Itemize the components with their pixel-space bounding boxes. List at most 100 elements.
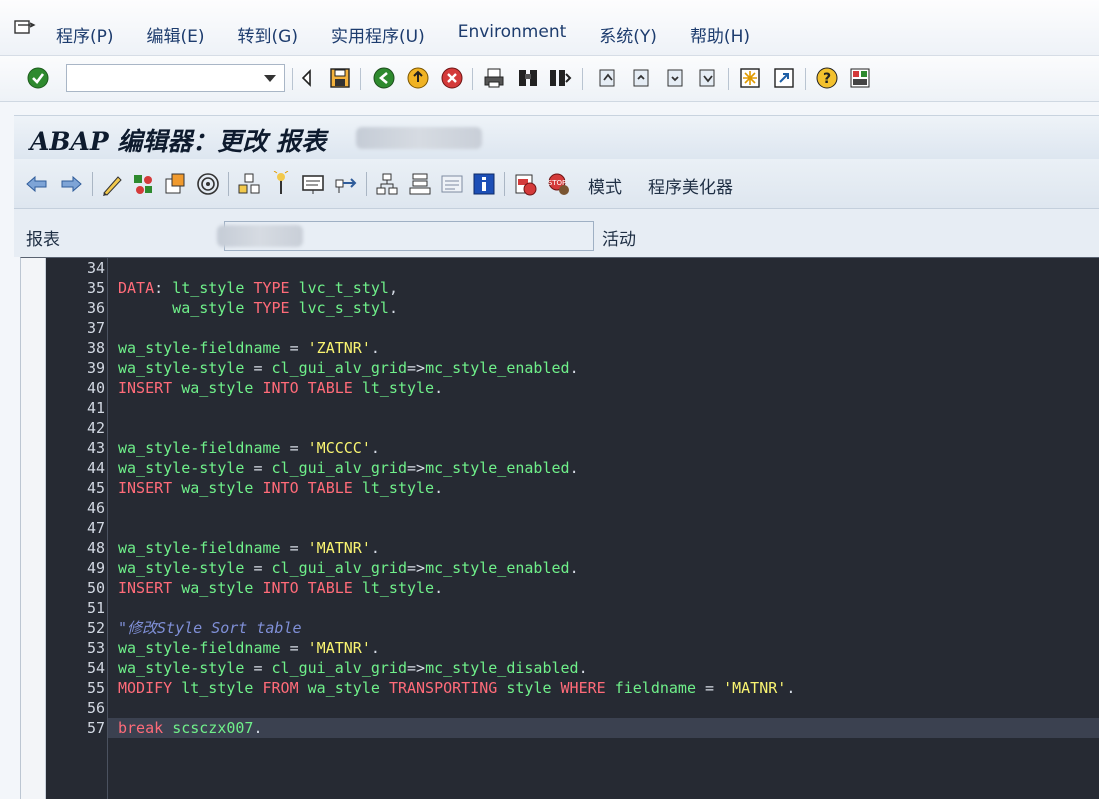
create-session-icon[interactable] xyxy=(738,66,762,90)
exit-icon[interactable] xyxy=(406,66,430,90)
find-icon[interactable] xyxy=(516,66,540,90)
report-name-field[interactable] xyxy=(217,221,594,251)
code-line[interactable]: INSERT wa_style INTO TABLE lt_style. xyxy=(118,378,443,398)
menu-environment[interactable]: Environment xyxy=(458,22,567,47)
line-number: 55 xyxy=(86,679,105,697)
stack-icon[interactable] xyxy=(407,171,433,197)
line-number: 44 xyxy=(86,459,105,477)
line-number: 46 xyxy=(86,499,105,517)
code-token: = xyxy=(253,459,272,477)
code-token: wa_style-style xyxy=(118,359,254,377)
code-token: wa_style xyxy=(307,679,389,697)
code-token: = xyxy=(289,339,308,357)
code-token: wa_style-style xyxy=(118,659,254,677)
where-used-icon[interactable] xyxy=(195,171,221,197)
menu-help[interactable]: 帮助(H) xyxy=(690,22,750,47)
menu-utilities[interactable]: 实用程序(U) xyxy=(331,22,425,47)
breakpoint-icon[interactable] xyxy=(268,171,294,197)
code-line[interactable]: INSERT wa_style INTO TABLE lt_style. xyxy=(118,478,443,498)
forward-blue-arrow-icon[interactable] xyxy=(58,171,84,197)
sap-window: 程序(P) 编辑(E) 转到(G) 实用程序(U) Environment 系统… xyxy=(0,0,1099,799)
enter-checkmark-icon[interactable] xyxy=(26,66,50,90)
editor-margin[interactable] xyxy=(21,258,46,799)
pretty-printer-button[interactable]: 程序美化器 xyxy=(648,173,733,198)
code-token: . xyxy=(370,339,380,357)
code-line[interactable]: wa_style-style = cl_gui_alv_grid=>mc_sty… xyxy=(118,558,579,578)
back-blue-arrow-icon[interactable] xyxy=(24,171,50,197)
first-page-icon[interactable] xyxy=(594,66,618,90)
command-field[interactable] xyxy=(66,64,285,92)
menu-program[interactable]: 程序(P) xyxy=(56,22,114,47)
documentation-icon[interactable] xyxy=(439,171,465,197)
menu-system[interactable]: 系统(Y) xyxy=(599,22,657,47)
line-number: 53 xyxy=(86,639,105,657)
code-token: , xyxy=(388,279,398,297)
customize-layout-icon[interactable] xyxy=(848,66,872,90)
print-icon[interactable] xyxy=(482,66,506,90)
code-token: . xyxy=(569,559,579,577)
report-label: 报表 xyxy=(26,230,60,250)
back-green-icon[interactable] xyxy=(372,66,396,90)
code-editor[interactable]: 34 35 36 37 38 39 40 41 42 43 44 45 46 47 48 49 50 51 52 53… xyxy=(20,257,1099,799)
display-change-icon[interactable] xyxy=(100,171,126,197)
standard-toolbar: ? xyxy=(0,56,1099,102)
cancel-icon[interactable] xyxy=(440,66,464,90)
line-number: 49 xyxy=(86,559,105,577)
code-token: wa_style-style xyxy=(118,459,254,477)
menu-goto[interactable]: 转到(G) xyxy=(238,22,298,47)
navigate-icon[interactable] xyxy=(333,171,359,197)
last-page-icon[interactable] xyxy=(694,66,718,90)
code-line[interactable]: MODIFY lt_style FROM wa_style TRANSPORTI… xyxy=(118,678,795,698)
save-icon[interactable] xyxy=(328,66,352,90)
code-line[interactable]: break scsczx007. xyxy=(118,718,263,738)
pattern-icon[interactable] xyxy=(300,171,326,197)
code-line[interactable]: wa_style TYPE lvc_s_styl. xyxy=(118,298,398,318)
command-dropdown-icon[interactable] xyxy=(264,75,276,82)
code-line[interactable]: DATA: lt_style TYPE lvc_t_styl, xyxy=(118,278,398,298)
code-line[interactable]: wa_style-style = cl_gui_alv_grid=>mc_sty… xyxy=(118,658,588,678)
next-page-icon[interactable] xyxy=(662,66,686,90)
code-line[interactable]: wa_style-fieldname = 'MATNR'. xyxy=(118,538,380,558)
code-token: WHERE xyxy=(560,679,615,697)
help-icon[interactable]: ? xyxy=(815,66,839,90)
menu-icon[interactable] xyxy=(14,20,36,36)
line-number: 47 xyxy=(86,519,105,537)
back-arrow-icon[interactable] xyxy=(296,66,320,90)
code-token: . xyxy=(434,379,444,397)
menu-edit[interactable]: 编辑(E) xyxy=(147,22,205,47)
shortcut-icon[interactable] xyxy=(772,66,796,90)
line-number: 57 xyxy=(86,719,105,737)
line-number: 40 xyxy=(86,379,105,397)
code-token: INSERT xyxy=(118,479,182,497)
code-line[interactable]: wa_style-style = cl_gui_alv_grid=>mc_sty… xyxy=(118,458,579,478)
code-line[interactable]: INSERT wa_style INTO TABLE lt_style. xyxy=(118,578,443,598)
code-token: "修改Style Sort table xyxy=(118,619,302,637)
code-token: 'MCCCC' xyxy=(307,439,371,457)
code-token: wa_style-style xyxy=(118,559,254,577)
code-token: = xyxy=(253,359,272,377)
code-line[interactable]: wa_style-fieldname = 'MATNR'. xyxy=(118,638,380,658)
code-token: INSERT xyxy=(118,579,182,597)
enhancement-icon[interactable] xyxy=(512,171,538,197)
mode-button[interactable]: 模式 xyxy=(588,173,622,198)
stop-debug-icon[interactable]: STOP xyxy=(546,171,572,197)
svg-text:?: ? xyxy=(823,71,831,87)
code-line[interactable]: "修改Style Sort table xyxy=(118,618,302,638)
previous-page-icon[interactable] xyxy=(628,66,652,90)
find-next-icon[interactable] xyxy=(548,66,572,90)
code-token: . xyxy=(388,299,398,317)
code-line[interactable]: wa_style-style = cl_gui_alv_grid=>mc_sty… xyxy=(118,358,579,378)
code-area[interactable]: DATA: lt_style TYPE lvc_t_styl, wa_style… xyxy=(108,258,1099,799)
code-token: . xyxy=(370,639,380,657)
page-title: ABAP 编辑器：更改 报表 xyxy=(30,127,327,156)
code-line[interactable]: wa_style-fieldname = 'ZATNR'. xyxy=(118,338,380,358)
code-token: . xyxy=(786,679,796,697)
code-token: 'MATNR' xyxy=(723,679,787,697)
hierarchy-icon[interactable] xyxy=(374,171,400,197)
code-line[interactable]: wa_style-fieldname = 'MCCCC'. xyxy=(118,438,380,458)
activate-icon[interactable] xyxy=(162,171,188,197)
line-number: 35 xyxy=(86,279,105,297)
information-icon[interactable] xyxy=(471,171,497,197)
object-list-icon[interactable] xyxy=(236,171,262,197)
check-syntax-icon[interactable] xyxy=(130,171,156,197)
